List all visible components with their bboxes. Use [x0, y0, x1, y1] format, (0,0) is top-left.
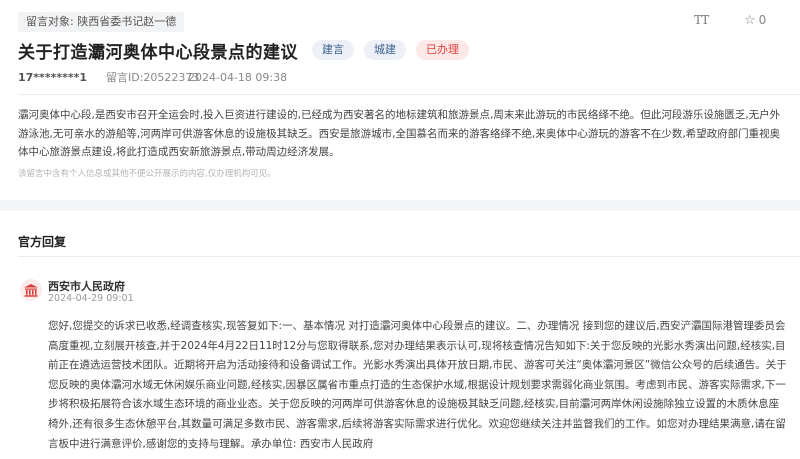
- message-meta: 17********1 留言ID:205223732024-04-18 09:38: [18, 69, 287, 85]
- recipient-tag: 留言对象: 陕西省委书记赵一德: [18, 12, 185, 32]
- font-size-button[interactable]: TT: [694, 13, 709, 27]
- message-content: 灞河奥体中心段,是西安市召开全运会时,投入巨资进行建设的,已经成为西安著名的地标…: [18, 109, 781, 158]
- favorite-button[interactable]: ☆ 0: [744, 13, 766, 28]
- recipient-label: 留言对象:: [26, 15, 74, 28]
- reply-section-title: 官方回复: [18, 235, 67, 249]
- page-title: 关于打造灞河奥体中心段景点的建议: [18, 42, 298, 63]
- reply-org-name: 西安市人民政府: [48, 280, 125, 293]
- user-id: 17********1: [18, 71, 87, 84]
- tag-badge: 城建: [364, 40, 406, 60]
- recipient-name: 陕西省委书记赵一德: [77, 15, 177, 28]
- message-id: 留言ID:20522373: [106, 71, 200, 84]
- title-row: 关于打造灞河奥体中心段景点的建议 建言 城建 已办理: [18, 37, 469, 63]
- favorite-count: 0: [758, 13, 767, 27]
- message-datetime: 2024-04-18 09:38: [188, 71, 288, 84]
- status-badge: 已办理: [416, 40, 469, 60]
- tag-badge: 建言: [312, 40, 354, 60]
- star-icon: ☆: [744, 13, 756, 28]
- font-size-icon: TT: [694, 13, 709, 27]
- reply-content: 您好,您提交的诉求已收悉,经调查核实,现答复如下:一、基本情况 对打造灞河奥体中…: [48, 320, 787, 450]
- section-gap: [0, 200, 800, 211]
- message-section: 留言对象: 陕西省委书记赵一德 TT ☆ 0 关于打造灞河奥体中心段景点的建议 建…: [0, 0, 800, 196]
- divider: [18, 94, 800, 95]
- government-building-icon: [20, 279, 42, 301]
- reply-datetime: 2024-04-29 09:01: [48, 293, 134, 304]
- privacy-notice: 该留言中含有个人信息或其他不便公开展示的内容,仅办理机构可见。: [18, 169, 276, 179]
- divider: [18, 256, 800, 257]
- building-icon: [24, 283, 38, 297]
